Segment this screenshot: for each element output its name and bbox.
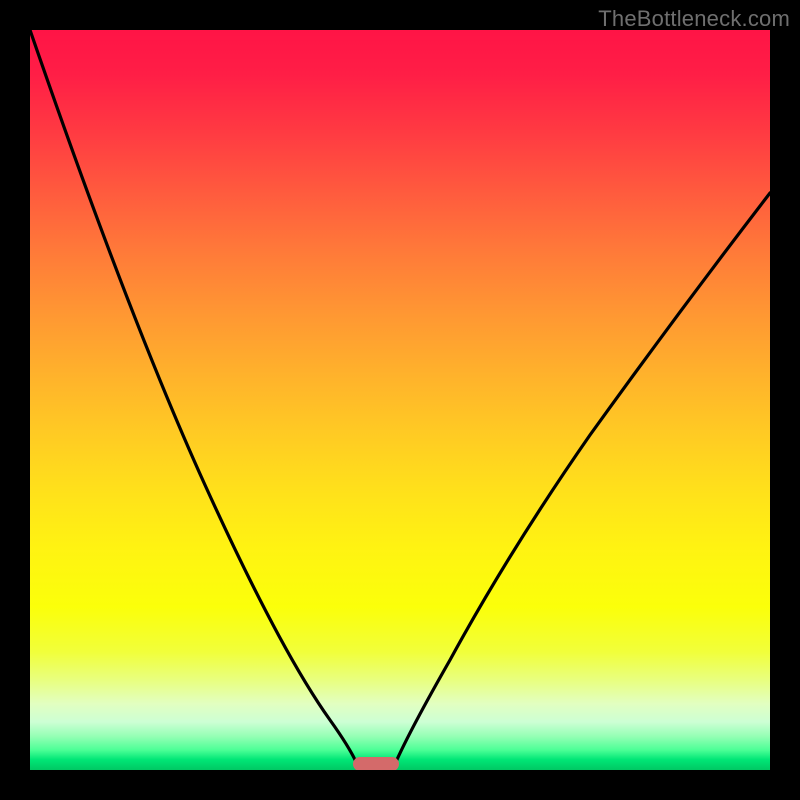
plot-area [30,30,770,770]
curve-left-branch [30,30,357,764]
chart-frame: TheBottleneck.com [0,0,800,800]
curve-right-branch [395,193,770,764]
bottleneck-curve [30,30,770,770]
min-marker [353,757,399,770]
watermark-text: TheBottleneck.com [598,6,790,32]
